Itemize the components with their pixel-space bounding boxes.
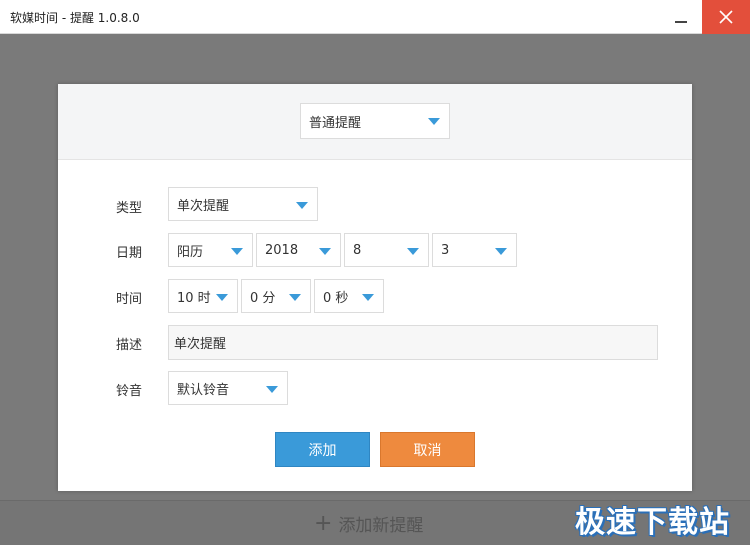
add-new-reminder-button[interactable]: + 添加新提醒 bbox=[314, 511, 423, 536]
minimize-icon bbox=[675, 21, 687, 23]
year-value: 2018 bbox=[265, 242, 299, 258]
add-new-reminder-label: 添加新提醒 bbox=[338, 516, 424, 536]
year-select[interactable]: 2018 bbox=[256, 233, 341, 267]
hour-value: 10 时 bbox=[177, 290, 211, 306]
chevron-down-icon bbox=[216, 294, 228, 301]
description-input[interactable] bbox=[168, 325, 658, 360]
chevron-down-icon bbox=[231, 248, 243, 255]
day-select[interactable]: 3 bbox=[432, 233, 517, 267]
ringtone-value: 默认铃音 bbox=[177, 382, 230, 398]
reminder-dialog: 普通提醒 类型 单次提醒 日期 阳历 2018 8 3 时间 10 时 0 分 … bbox=[58, 84, 692, 491]
chevron-down-icon bbox=[296, 202, 308, 209]
ringtone-label: 铃音 bbox=[116, 384, 143, 399]
calendar-select[interactable]: 阳历 bbox=[168, 233, 253, 267]
day-value: 3 bbox=[441, 242, 450, 258]
second-select[interactable]: 0 秒 bbox=[314, 279, 384, 313]
chevron-down-icon bbox=[495, 248, 507, 255]
month-select[interactable]: 8 bbox=[344, 233, 429, 267]
description-label: 描述 bbox=[116, 338, 143, 353]
title-bar: 软媒时间 - 提醒 1.0.8.0 bbox=[0, 0, 750, 34]
reminder-mode-select[interactable]: 普通提醒 bbox=[300, 103, 450, 139]
close-icon bbox=[719, 10, 733, 24]
cancel-button[interactable]: 取消 bbox=[380, 432, 475, 467]
window-title: 软媒时间 - 提醒 1.0.8.0 bbox=[10, 11, 140, 25]
add-button[interactable]: 添加 bbox=[275, 432, 370, 467]
reminder-mode-value: 普通提醒 bbox=[309, 115, 362, 131]
chevron-down-icon bbox=[428, 118, 440, 125]
chevron-down-icon bbox=[362, 294, 374, 301]
time-label: 时间 bbox=[116, 292, 143, 307]
plus-icon: + bbox=[314, 510, 333, 536]
month-value: 8 bbox=[353, 242, 362, 258]
type-select[interactable]: 单次提醒 bbox=[168, 187, 318, 221]
dialog-header: 普通提醒 bbox=[58, 84, 692, 160]
hour-select[interactable]: 10 时 bbox=[168, 279, 238, 313]
type-label: 类型 bbox=[116, 201, 143, 216]
chevron-down-icon bbox=[266, 386, 278, 393]
minimize-button[interactable] bbox=[658, 0, 704, 34]
chevron-down-icon bbox=[319, 248, 331, 255]
chevron-down-icon bbox=[407, 248, 419, 255]
calendar-value: 阳历 bbox=[177, 244, 204, 260]
watermark-logo: 极速下载站 bbox=[575, 505, 730, 540]
close-button[interactable] bbox=[702, 0, 750, 34]
chevron-down-icon bbox=[289, 294, 301, 301]
second-value: 0 秒 bbox=[323, 290, 349, 306]
minute-value: 0 分 bbox=[250, 290, 276, 306]
minute-select[interactable]: 0 分 bbox=[241, 279, 311, 313]
date-label: 日期 bbox=[116, 246, 143, 261]
ringtone-select[interactable]: 默认铃音 bbox=[168, 371, 288, 405]
type-value: 单次提醒 bbox=[177, 198, 230, 214]
